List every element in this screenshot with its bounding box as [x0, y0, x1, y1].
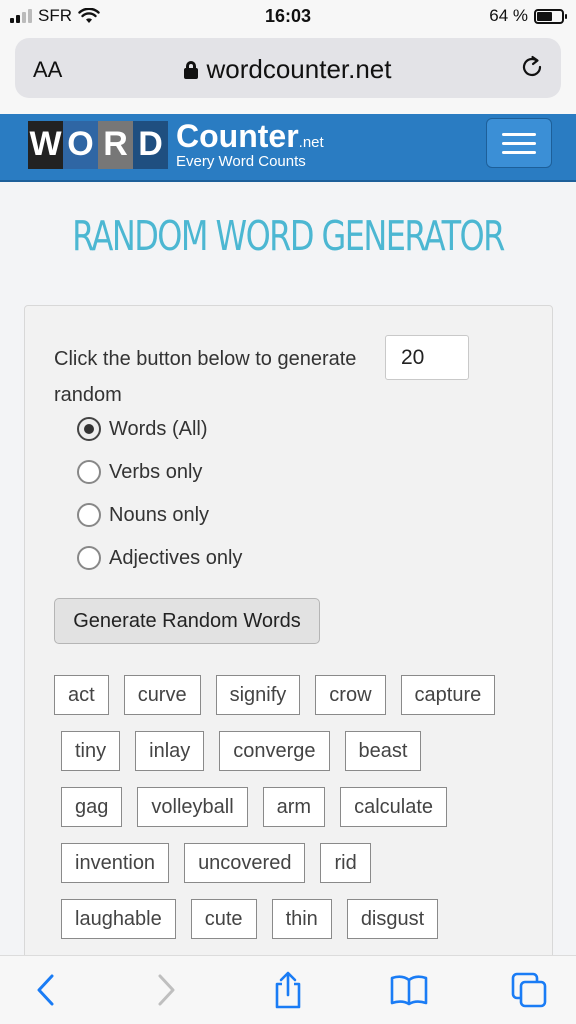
- logo-letter: R: [98, 120, 133, 169]
- generate-button[interactable]: Generate Random Words: [54, 598, 320, 644]
- word-chip[interactable]: inlay: [135, 731, 205, 771]
- logo-letter: O: [63, 120, 98, 169]
- word-chip[interactable]: arm: [262, 787, 326, 827]
- radio-button[interactable]: [77, 546, 101, 570]
- word-row: tiny inlay converge beast: [54, 731, 534, 771]
- word-chip[interactable]: thin: [271, 899, 332, 939]
- word-chip[interactable]: crow: [315, 675, 386, 715]
- radio-label: Adjectives only: [109, 546, 243, 569]
- radio-label: Nouns only: [109, 503, 210, 526]
- word-chip[interactable]: act: [54, 675, 109, 715]
- lock-icon: [184, 61, 199, 79]
- word-chip[interactable]: curve: [123, 675, 201, 715]
- word-chip[interactable]: volleyball: [137, 787, 248, 827]
- word-chip[interactable]: calculate: [340, 787, 448, 827]
- word-chip[interactable]: disgust: [346, 899, 439, 939]
- brand-name: Counter: [176, 118, 299, 154]
- menu-icon-bar: [502, 150, 536, 154]
- address-bar[interactable]: AA wordcounter.net: [15, 38, 561, 98]
- url-display[interactable]: wordcounter.net: [15, 54, 561, 85]
- logo-letter: W: [28, 120, 63, 169]
- word-chip[interactable]: invention: [61, 843, 170, 883]
- word-chip[interactable]: laughable: [61, 899, 176, 939]
- word-results: act curve signify crow capture tiny inla…: [54, 675, 534, 955]
- radio-words-all[interactable]: Words (All): [77, 417, 208, 441]
- word-row: act curve signify crow capture: [54, 675, 534, 715]
- word-row: laughable cute thin disgust: [54, 899, 534, 939]
- logo-letter: D: [133, 120, 168, 169]
- battery-icon: [534, 8, 567, 24]
- radio-label: Words (All): [109, 417, 208, 440]
- status-right: 64 %: [489, 6, 567, 26]
- word-chip[interactable]: gag: [61, 787, 123, 827]
- word-row: invention uncovered rid: [54, 843, 534, 883]
- menu-icon-bar: [502, 132, 536, 136]
- menu-button[interactable]: [486, 118, 552, 168]
- menu-icon-bar: [502, 141, 536, 145]
- url-text: wordcounter.net: [206, 54, 392, 84]
- radio-label: Verbs only: [109, 460, 203, 483]
- browser-chrome: AA wordcounter.net: [0, 34, 576, 114]
- word-chip[interactable]: cute: [190, 899, 257, 939]
- radio-button[interactable]: [77, 417, 101, 441]
- brand-text: Counter.net Every Word Counts: [176, 120, 324, 169]
- share-icon[interactable]: [268, 970, 308, 1010]
- radio-button[interactable]: [77, 460, 101, 484]
- word-chip[interactable]: uncovered: [184, 843, 306, 883]
- brand-tagline: Every Word Counts: [176, 153, 306, 170]
- word-chip[interactable]: tiny: [61, 731, 121, 771]
- word-count-input[interactable]: [385, 335, 469, 380]
- radio-adjectives-only[interactable]: Adjectives only: [77, 546, 242, 570]
- bookmarks-icon[interactable]: [389, 970, 429, 1010]
- word-chip[interactable]: rid: [320, 843, 371, 883]
- browser-toolbar: [0, 955, 576, 1024]
- site-header: W O R D Counter.net Every Word Counts: [0, 114, 576, 182]
- radio-nouns-only[interactable]: Nouns only: [77, 503, 209, 527]
- tabs-icon[interactable]: [509, 970, 549, 1010]
- brand-suffix: .net: [298, 134, 324, 151]
- word-chip[interactable]: beast: [344, 731, 422, 771]
- intro-text-2: random: [54, 384, 122, 406]
- battery-percent: 64 %: [489, 6, 528, 25]
- intro-text: Click the button below to generate: [54, 348, 357, 370]
- radio-button[interactable]: [77, 503, 101, 527]
- word-chip[interactable]: converge: [219, 731, 330, 771]
- back-icon[interactable]: [26, 970, 66, 1010]
- word-chip[interactable]: capture: [400, 675, 496, 715]
- forward-icon[interactable]: [146, 970, 186, 1010]
- site-logo[interactable]: W O R D Counter.net Every Word Counts: [28, 120, 324, 169]
- word-row: gag volleyball arm calculate: [54, 787, 534, 827]
- reload-icon[interactable]: [519, 54, 545, 80]
- radio-verbs-only[interactable]: Verbs only: [77, 460, 202, 484]
- status-bar: SFR 16:03 64 %: [0, 0, 576, 34]
- page-title: RANDOM WORD GENERATOR: [72, 212, 505, 260]
- word-chip[interactable]: signify: [215, 675, 301, 715]
